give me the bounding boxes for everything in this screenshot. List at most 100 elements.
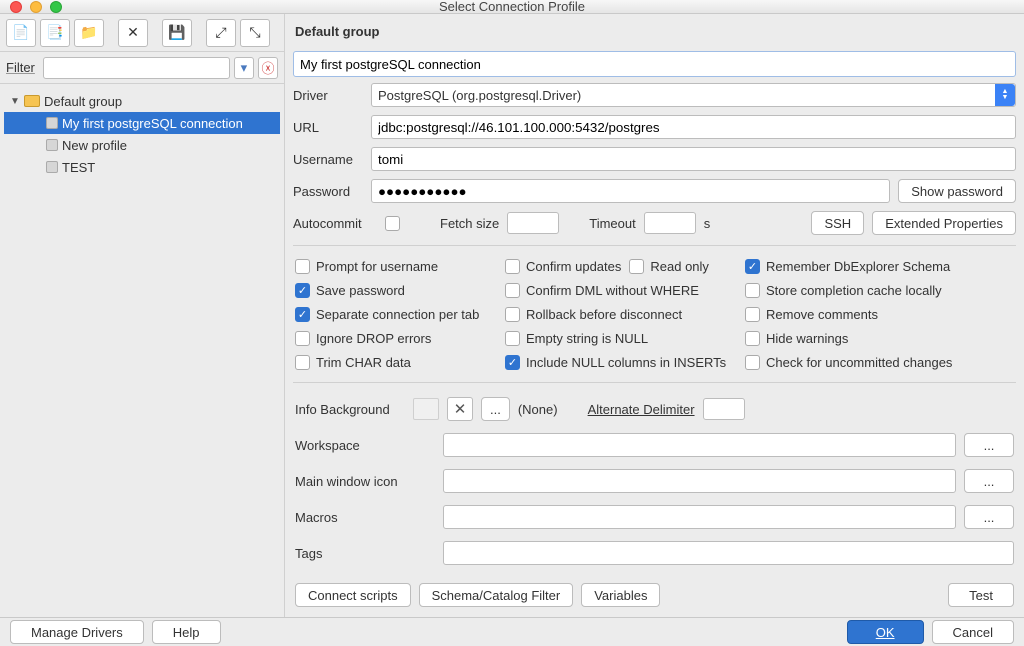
info-bg-clear-button[interactable]: ✕ <box>447 397 473 421</box>
funnel-x-icon: ⓧ <box>261 58 274 77</box>
window-title: Select Connection Profile <box>0 0 1024 14</box>
connect-scripts-button[interactable]: Connect scripts <box>295 583 411 607</box>
remember-schema-checkbox[interactable] <box>745 259 760 274</box>
store-cache-label: Store completion cache locally <box>766 283 942 298</box>
save-button[interactable]: 💾 <box>162 19 192 47</box>
help-button[interactable]: Help <box>152 620 221 644</box>
variables-button[interactable]: Variables <box>581 583 660 607</box>
remember-schema-label: Remember DbExplorer Schema <box>766 259 950 274</box>
filter-input[interactable] <box>43 57 230 79</box>
remove-comments-label: Remove comments <box>766 307 878 322</box>
tree-item-label: My first postgreSQL connection <box>62 116 243 131</box>
confirm-dml-checkbox[interactable] <box>505 283 520 298</box>
separate-conn-checkbox[interactable] <box>295 307 310 322</box>
new-group-button[interactable]: 📁 <box>74 19 104 47</box>
confirm-dml-label: Confirm DML without WHERE <box>526 283 699 298</box>
save-password-checkbox[interactable] <box>295 283 310 298</box>
trim-char-label: Trim CHAR data <box>316 355 411 370</box>
main-icon-label: Main window icon <box>295 474 435 489</box>
left-toolbar: 📄 📑 📁 ✕ 💾 ⤢ ⤡ <box>0 14 284 52</box>
store-cache-checkbox[interactable] <box>745 283 760 298</box>
timeout-input[interactable] <box>644 212 696 234</box>
autocommit-checkbox[interactable] <box>385 216 400 231</box>
extended-properties-button[interactable]: Extended Properties <box>872 211 1016 235</box>
chevron-down-icon: ▼ <box>10 96 20 107</box>
info-bg-pick-button[interactable]: ... <box>481 397 510 421</box>
tree-item-label: TEST <box>62 160 95 175</box>
titlebar: Select Connection Profile <box>0 0 1024 14</box>
tags-input[interactable] <box>443 541 1014 565</box>
save-password-label: Save password <box>316 283 405 298</box>
prompt-username-checkbox[interactable] <box>295 259 310 274</box>
include-null-checkbox[interactable] <box>505 355 520 370</box>
tree-item[interactable]: New profile <box>4 134 280 156</box>
manage-drivers-button[interactable]: Manage Drivers <box>10 620 144 644</box>
alt-delimiter-input[interactable] <box>703 398 745 420</box>
confirm-updates-checkbox[interactable] <box>505 259 520 274</box>
trim-char-checkbox[interactable] <box>295 355 310 370</box>
hide-warnings-checkbox[interactable] <box>745 331 760 346</box>
info-bg-label: Info Background <box>295 402 405 417</box>
include-null-label: Include NULL columns in INSERTs <box>526 355 726 370</box>
rollback-checkbox[interactable] <box>505 307 520 322</box>
chevron-updown-icon: ▲▼ <box>995 84 1015 106</box>
driver-select[interactable]: PostgreSQL (org.postgresql.Driver) ▲▼ <box>371 83 1016 107</box>
info-bg-none: (None) <box>518 402 558 417</box>
timeout-label: Timeout <box>589 216 635 231</box>
schema-filter-button[interactable]: Schema/Catalog Filter <box>419 583 574 607</box>
ok-button[interactable]: OK <box>847 620 924 644</box>
username-input[interactable] <box>371 147 1016 171</box>
filter-clear-button[interactable]: ⓧ <box>258 57 278 79</box>
separate-conn-label: Separate connection per tab <box>316 307 479 322</box>
ssh-button[interactable]: SSH <box>811 211 864 235</box>
workspace-label: Workspace <box>295 438 435 453</box>
dialog-footer: Manage Drivers Help OK Cancel <box>0 617 1024 646</box>
show-password-button[interactable]: Show password <box>898 179 1016 203</box>
macros-input[interactable] <box>443 505 956 529</box>
funnel-icon: ▾ <box>241 60 248 76</box>
tree-item[interactable]: TEST <box>4 156 280 178</box>
macros-label: Macros <box>295 510 435 525</box>
tree-group-label: Default group <box>44 94 122 109</box>
filter-label: Filter <box>6 60 35 75</box>
cancel-button[interactable]: Cancel <box>932 620 1014 644</box>
tree-group[interactable]: ▼ Default group <box>4 90 280 112</box>
tags-label: Tags <box>295 546 435 561</box>
delete-button[interactable]: ✕ <box>118 19 148 47</box>
ignore-drop-checkbox[interactable] <box>295 331 310 346</box>
db-icon <box>46 139 58 151</box>
collapse-tree-button[interactable]: ⤡ <box>240 19 270 47</box>
empty-null-checkbox[interactable] <box>505 331 520 346</box>
fetchsize-input[interactable] <box>507 212 559 234</box>
db-icon <box>46 161 58 173</box>
password-input[interactable] <box>371 179 890 203</box>
profile-tree[interactable]: ▼ Default group My first postgreSQL conn… <box>0 84 284 617</box>
tree-item[interactable]: My first postgreSQL connection <box>4 112 280 134</box>
db-icon <box>46 117 58 129</box>
profile-name-input[interactable] <box>293 51 1016 77</box>
new-profile-button[interactable]: 📄 <box>6 19 36 47</box>
expand-tree-button[interactable]: ⤢ <box>206 19 236 47</box>
info-bg-swatch[interactable] <box>413 398 439 420</box>
options-checkboxes: Prompt for username Confirm updates Read… <box>293 245 1016 383</box>
fetchsize-label: Fetch size <box>440 216 499 231</box>
empty-null-label: Empty string is NULL <box>526 331 648 346</box>
driver-select-value: PostgreSQL (org.postgresql.Driver) <box>378 88 581 103</box>
main-icon-input[interactable] <box>443 469 956 493</box>
confirm-updates-label: Confirm updates <box>526 259 621 274</box>
rollback-label: Rollback before disconnect <box>526 307 682 322</box>
password-label: Password <box>293 184 363 199</box>
copy-profile-button[interactable]: 📑 <box>40 19 70 47</box>
macros-browse-button[interactable]: ... <box>964 505 1014 529</box>
hide-warnings-label: Hide warnings <box>766 331 848 346</box>
filter-apply-button[interactable]: ▾ <box>234 57 254 79</box>
check-uncommitted-checkbox[interactable] <box>745 355 760 370</box>
prompt-username-label: Prompt for username <box>316 259 438 274</box>
remove-comments-checkbox[interactable] <box>745 307 760 322</box>
url-input[interactable] <box>371 115 1016 139</box>
read-only-checkbox[interactable] <box>629 259 644 274</box>
main-icon-browse-button[interactable]: ... <box>964 469 1014 493</box>
workspace-input[interactable] <box>443 433 956 457</box>
test-connection-button[interactable]: Test <box>948 583 1014 607</box>
workspace-browse-button[interactable]: ... <box>964 433 1014 457</box>
